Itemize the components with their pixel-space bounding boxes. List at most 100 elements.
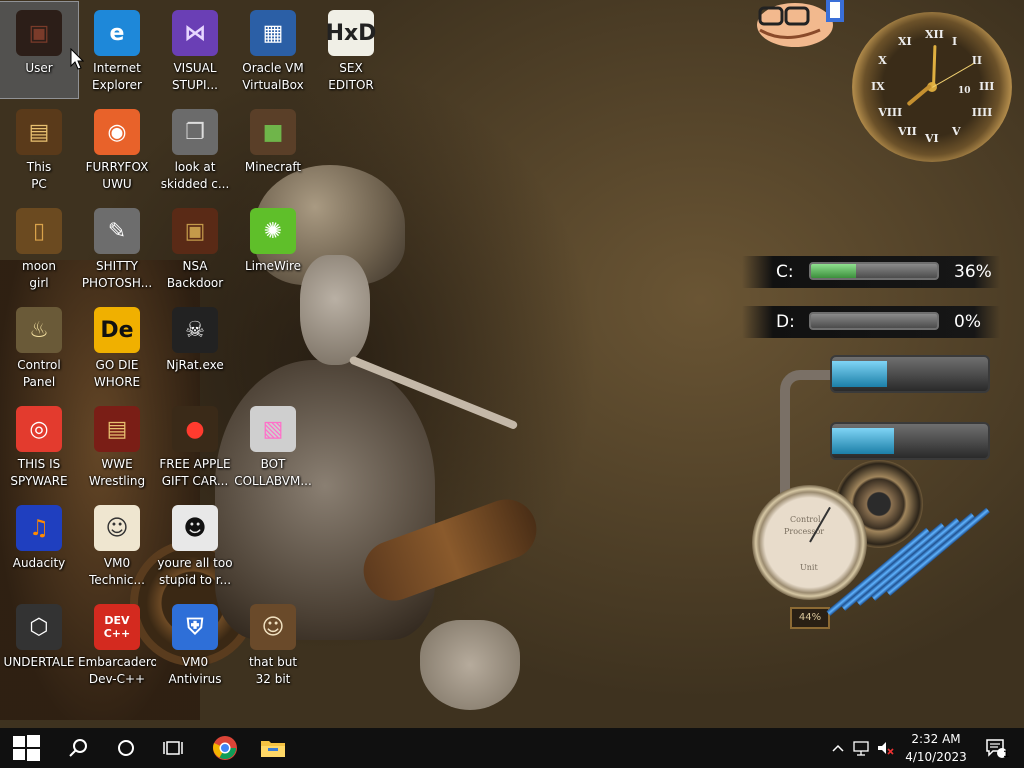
desktop-icon[interactable]: ⛨ VM0 Antivirus [156,596,234,692]
clock-numeral: IX [871,80,885,93]
desktop-icon[interactable]: e Internet Explorer [78,2,156,98]
folder-icon [261,741,285,757]
desktop-icon-label: Oracle VM VirtualBox [242,61,304,92]
desktop-icon[interactable]: HxD SEX EDITOR [312,2,390,98]
clock-numeral: III [979,80,995,93]
cortana-button[interactable] [106,728,146,768]
drive-percent: 0% [954,312,981,332]
app-icon: ♨ [16,307,62,353]
app-icon: ♫ [16,505,62,551]
desktop-icon-label: FURRYFOX UWU [85,160,149,191]
desktop-icon[interactable]: ♨ Control Panel [0,299,78,395]
app-icon: ✎ [94,208,140,254]
desktop-icon[interactable]: ■ Minecraft [234,101,312,197]
steampunk-clock-widget[interactable]: XII I II III IIII V VI VII VIII IX X XI 10 [852,12,1012,162]
app-icon: ⬡ [16,604,62,650]
gauge-label-bottom: Unit [800,563,818,572]
clock-numeral: XII [925,28,944,41]
drive-usage-bar [809,312,939,330]
taskbar-chrome[interactable] [204,728,246,768]
desktop-icon[interactable]: ▦ Oracle VM VirtualBox [234,2,312,98]
rod [871,512,975,601]
desktop-icon[interactable]: ▯ moon girl [0,200,78,296]
mouse-cursor-icon [70,48,84,70]
desktop-icon[interactable]: DEV C++ Embarcadero Dev-C++ [78,596,156,692]
desktop-icon[interactable]: ▣ NSA Backdoor [156,200,234,296]
network-button[interactable] [850,728,872,768]
wallpaper-hand [420,620,520,710]
app-icon: ✺ [250,208,296,254]
app-icon: ■ [250,109,296,155]
level-tube-1 [830,355,990,393]
action-center-button[interactable]: 1 [978,728,1014,768]
desktop-icon[interactable]: ☻ youre all too stupid to r... [156,497,234,593]
desktop-icon-label: This PC [26,160,52,191]
clock-hand [906,83,932,107]
desktop-icon-label: Control Panel [17,358,61,389]
volume-button[interactable] [874,728,896,768]
circle-icon [118,740,134,756]
desktop-icon[interactable]: ☺ that but 32 bit [234,596,312,692]
rod [841,522,945,611]
search-button[interactable] [58,728,98,768]
desktop-icon[interactable]: ♫ Audacity [0,497,78,593]
clock-numeral: I [952,34,958,48]
taskbar-file-explorer[interactable] [252,728,294,768]
desktop-icon[interactable]: ◉ FURRYFOX UWU [78,101,156,197]
blue-rods [826,507,1005,620]
desktop-icon[interactable]: ☠ NjRat.exe [156,299,234,395]
desktop-icon[interactable]: ▣ User [0,1,79,99]
app-icon: ⋈ [172,10,218,56]
tray-clock: 2:32 AM 4/10/2023 [905,730,967,766]
desktop-icon-label: moon girl [22,259,56,290]
rod [856,517,960,606]
clock-hand [932,63,975,88]
desktop-icon-label: SEX EDITOR [328,61,374,92]
clock-numeral: V [952,125,961,139]
desktop-icon-label: youre all too stupid to r... [157,556,233,587]
desktop-icon[interactable]: ✎ SHITTY PHOTOSH... [78,200,156,296]
drive-meter-d: D: 0% [742,306,1000,338]
app-icon: ☺ [94,505,140,551]
desktop-icon[interactable]: ❐ look at skidded c... [156,101,234,197]
drive-usage-fill [811,264,857,278]
app-icon: ❐ [172,109,218,155]
start-button[interactable] [0,728,52,768]
app-icon: DEV C++ [94,604,140,650]
desktop-icon-label: Embarcadero Dev-C++ [78,655,156,686]
desktop-icon[interactable]: ▤ WWE Wrestling [78,398,156,494]
desktop-icon-label: VM0 Antivirus [168,655,222,686]
volume-muted-icon [878,742,894,755]
network-icon [853,741,869,756]
show-hidden-icons-button[interactable] [828,728,848,768]
desktop-icon-label: LimeWire [244,259,302,273]
clock-hand [932,45,937,88]
desktop-icon[interactable]: ⋈ VISUAL STUPI... [156,2,234,98]
desktop-icon[interactable]: ◎ THIS IS SPYWARE [0,398,78,494]
desktop-icon[interactable]: ☺ VM0 Technic... [78,497,156,593]
tube-liquid [832,361,887,387]
desktop-icon-label: THIS IS SPYWARE [10,457,68,488]
desktop-icon[interactable]: ✺ LimeWire [234,200,312,296]
desktop-icon-label: SHITTY PHOTOSH... [81,259,153,290]
desktop-icon[interactable]: ▤ This PC [0,101,78,197]
desktop-icon[interactable]: ● FREE APPLE GIFT CAR... [156,398,234,494]
clock-numeral: VIII [878,106,903,119]
task-view-icon [163,741,183,755]
app-icon: De [94,307,140,353]
desktop-icon[interactable]: ⬡ UNDERTALE [0,596,78,692]
desktop-icon-label: WWE Wrestling [88,457,146,488]
app-icon: ◉ [94,109,140,155]
desktop-icon-label: Minecraft [244,160,302,174]
app-icon: ▯ [16,208,62,254]
clock-numeral: X [878,54,887,67]
task-view-button[interactable] [153,728,193,768]
desktop-icon[interactable]: De GO DIE WHORE [78,299,156,395]
drive-usage-bar [809,262,939,280]
app-icon: ▣ [172,208,218,254]
clock-button[interactable]: 2:32 AM 4/10/2023 [898,728,974,768]
tray-date: 4/10/2023 [905,750,967,764]
desktop-icon[interactable]: ▧ BOT COLLABVM... [234,398,312,494]
gauge-needle [809,506,831,543]
desktop-icon-label: BOT COLLABVM... [234,457,312,488]
